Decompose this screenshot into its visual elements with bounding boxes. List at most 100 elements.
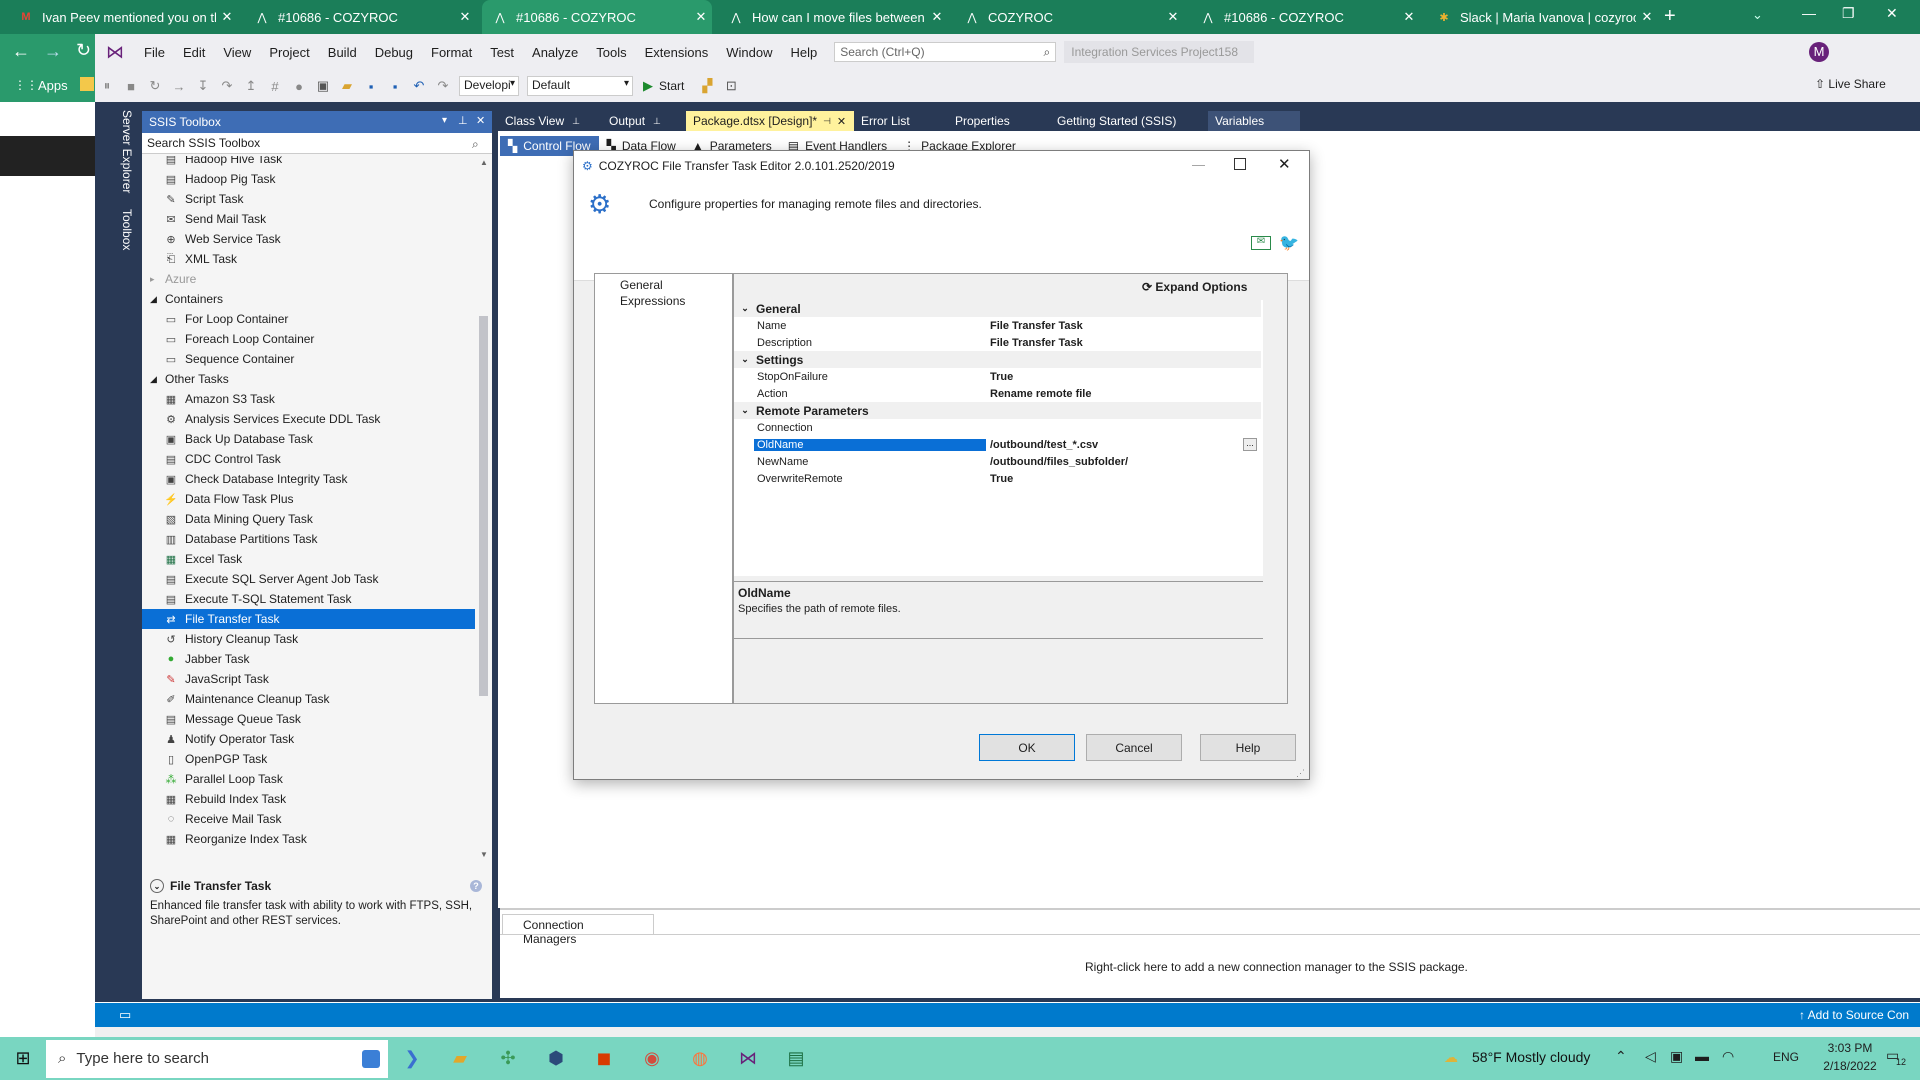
- resize-grip-icon[interactable]: ⋰: [1296, 768, 1305, 779]
- toolbox-tab[interactable]: Toolbox: [116, 201, 138, 258]
- section-remote-parameters[interactable]: ⌄ Remote Parameters: [734, 402, 1261, 419]
- list-item[interactable]: ▥ Database Partitions Task: [142, 529, 475, 549]
- group-containers[interactable]: ◢ Containers: [142, 289, 475, 309]
- tab-output[interactable]: Output ⊥: [602, 111, 686, 131]
- section-general[interactable]: ⌄ General: [734, 300, 1261, 317]
- close-icon[interactable]: ✕: [476, 114, 485, 127]
- scrollbar-thumb[interactable]: [479, 316, 488, 696]
- nav-expressions[interactable]: Expressions: [595, 291, 732, 308]
- tray-chevron-icon[interactable]: ⌃: [1615, 1048, 1627, 1065]
- property-row[interactable]: Name File Transfer Task: [734, 317, 1261, 334]
- toolbox-search-input[interactable]: Search SSIS Toolbox ⌕: [142, 133, 492, 154]
- list-item[interactable]: ▭ Foreach Loop Container: [142, 329, 475, 349]
- powershell-icon[interactable]: ❯: [388, 1048, 436, 1069]
- box-icon[interactable]: ⬢: [532, 1048, 580, 1069]
- close-icon[interactable]: ✕: [216, 9, 238, 25]
- property-row[interactable]: Description File Transfer Task: [734, 334, 1261, 351]
- live-share-button[interactable]: ⇧ Live Share: [1815, 77, 1886, 91]
- start-icon[interactable]: ▶: [643, 78, 653, 94]
- close-icon[interactable]: ✕: [690, 9, 712, 25]
- list-item[interactable]: ▤ CDC Control Task: [142, 449, 475, 469]
- reload-icon[interactable]: ↻: [76, 40, 91, 61]
- list-item[interactable]: ▤ Execute T-SQL Statement Task: [142, 589, 475, 609]
- minimize-icon[interactable]: —: [1802, 5, 1816, 21]
- weather-text[interactable]: 58°F Mostly cloudy: [1472, 1049, 1590, 1065]
- taskbar-search-input[interactable]: ⌕ Type here to search: [46, 1039, 388, 1078]
- list-item[interactable]: ▦ Excel Task: [142, 549, 475, 569]
- clock[interactable]: 3:03 PM 2/18/2022: [1820, 1041, 1880, 1073]
- property-value[interactable]: True: [986, 473, 1261, 485]
- close-icon[interactable]: ✕: [1278, 155, 1291, 173]
- pause-icon[interactable]: ⏸: [96, 75, 118, 97]
- close-icon[interactable]: ✕: [926, 9, 948, 25]
- expand-options-button[interactable]: ⟳ Expand Options: [1142, 280, 1247, 294]
- property-value[interactable]: Rename remote file: [986, 388, 1261, 400]
- list-item[interactable]: ✐ Maintenance Cleanup Task: [142, 689, 475, 709]
- property-value[interactable]: /outbound/files_subfolder/: [986, 456, 1261, 468]
- new-project-icon[interactable]: ▣: [312, 75, 334, 97]
- firefox-icon[interactable]: ◍: [676, 1048, 724, 1069]
- close-icon[interactable]: ✕: [1162, 9, 1184, 25]
- ok-button[interactable]: OK: [979, 734, 1075, 761]
- property-row[interactable]: Action Rename remote file: [734, 385, 1261, 402]
- list-item[interactable]: ▯ OpenPGP Task: [142, 749, 475, 769]
- app-icon[interactable]: ✣: [484, 1048, 532, 1069]
- tab-search-icon[interactable]: ⌄: [1752, 7, 1763, 23]
- list-item[interactable]: ▤ Hadoop Hive Task: [142, 156, 475, 169]
- menu-build[interactable]: Build: [319, 45, 366, 60]
- list-item[interactable]: ✉ Send Mail Task: [142, 209, 475, 229]
- save-all-icon[interactable]: ▪: [384, 75, 406, 97]
- group-other-tasks[interactable]: ◢ Other Tasks: [142, 369, 475, 389]
- menu-analyze[interactable]: Analyze: [523, 45, 587, 60]
- close-window-icon[interactable]: ✕: [1886, 5, 1898, 22]
- email-icon[interactable]: ✉: [1251, 236, 1271, 250]
- language-indicator[interactable]: ENG: [1773, 1050, 1799, 1064]
- menu-view[interactable]: View: [214, 45, 260, 60]
- toolbox-scrollbar[interactable]: ▲ ▼: [475, 156, 492, 863]
- back-icon[interactable]: ←: [12, 41, 30, 62]
- breakpoint-icon[interactable]: ●: [288, 75, 310, 97]
- list-item[interactable]: ◌ Receive Mail Task: [142, 809, 475, 829]
- tab-connection-managers[interactable]: Connection Managers: [502, 914, 654, 946]
- browser-tab[interactable]: ✱ Slack | Maria Ivanova | cozyroc ✕: [1426, 0, 1658, 34]
- forward-icon[interactable]: →: [44, 41, 62, 62]
- close-icon[interactable]: ✕: [454, 9, 476, 25]
- list-item[interactable]: ✎ JavaScript Task: [142, 669, 475, 689]
- list-item[interactable]: ▦ Amazon S3 Task: [142, 389, 475, 409]
- close-icon[interactable]: ✕: [1398, 9, 1420, 25]
- list-item[interactable]: ▣ Back Up Database Task: [142, 429, 475, 449]
- browser-tab[interactable]: ⋀ #10686 - COZYROC ✕: [244, 0, 476, 34]
- menu-file[interactable]: File: [135, 45, 174, 60]
- property-value[interactable]: File Transfer Task: [986, 320, 1261, 332]
- list-item[interactable]: ▤ Hadoop Pig Task: [142, 169, 475, 189]
- office-icon[interactable]: ◼: [580, 1048, 628, 1069]
- menu-window[interactable]: Window: [717, 45, 781, 60]
- list-item[interactable]: ⁂ Parallel Loop Task: [142, 769, 475, 789]
- list-item[interactable]: ▭ For Loop Container: [142, 309, 475, 329]
- tab-package-design[interactable]: Package.dtsx [Design]* ⊣ ✕: [686, 111, 854, 131]
- close-icon[interactable]: ✕: [1636, 9, 1658, 25]
- list-item-selected[interactable]: ⇄ File Transfer Task: [142, 609, 475, 629]
- open-icon[interactable]: ▰: [336, 75, 358, 97]
- list-item[interactable]: ⊕ Web Service Task: [142, 229, 475, 249]
- list-item[interactable]: ▣ Check Database Integrity Task: [142, 469, 475, 489]
- property-row[interactable]: OverwriteRemote True: [734, 470, 1261, 487]
- tab-properties[interactable]: Properties: [948, 111, 1050, 131]
- avatar[interactable]: M: [1809, 42, 1829, 62]
- list-item[interactable]: ⎗ XML Task: [142, 249, 475, 269]
- browser-tab[interactable]: ⋀ COZYROC ✕: [954, 0, 1184, 34]
- property-value[interactable]: /outbound/test_*.csv: [986, 439, 1243, 451]
- apps-grid-icon[interactable]: ⋮⋮: [14, 78, 38, 92]
- hex-icon[interactable]: #: [264, 75, 286, 97]
- list-item[interactable]: ▧ Data Mining Query Task: [142, 509, 475, 529]
- menu-edit[interactable]: Edit: [174, 45, 214, 60]
- browser-tab[interactable]: ⋀ #10686 - COZYROC ✕: [1190, 0, 1420, 34]
- menu-format[interactable]: Format: [422, 45, 481, 60]
- weather-icon[interactable]: ☁: [1444, 1049, 1458, 1066]
- menu-debug[interactable]: Debug: [366, 45, 422, 60]
- property-row[interactable]: NewName/outbound/files_subfolder/: [734, 453, 1261, 470]
- list-item[interactable]: ⚡ Data Flow Task Plus: [142, 489, 475, 509]
- step-out-icon[interactable]: ↥: [240, 75, 262, 97]
- bookmark-apps[interactable]: Apps: [38, 78, 68, 93]
- menu-extensions[interactable]: Extensions: [636, 45, 718, 60]
